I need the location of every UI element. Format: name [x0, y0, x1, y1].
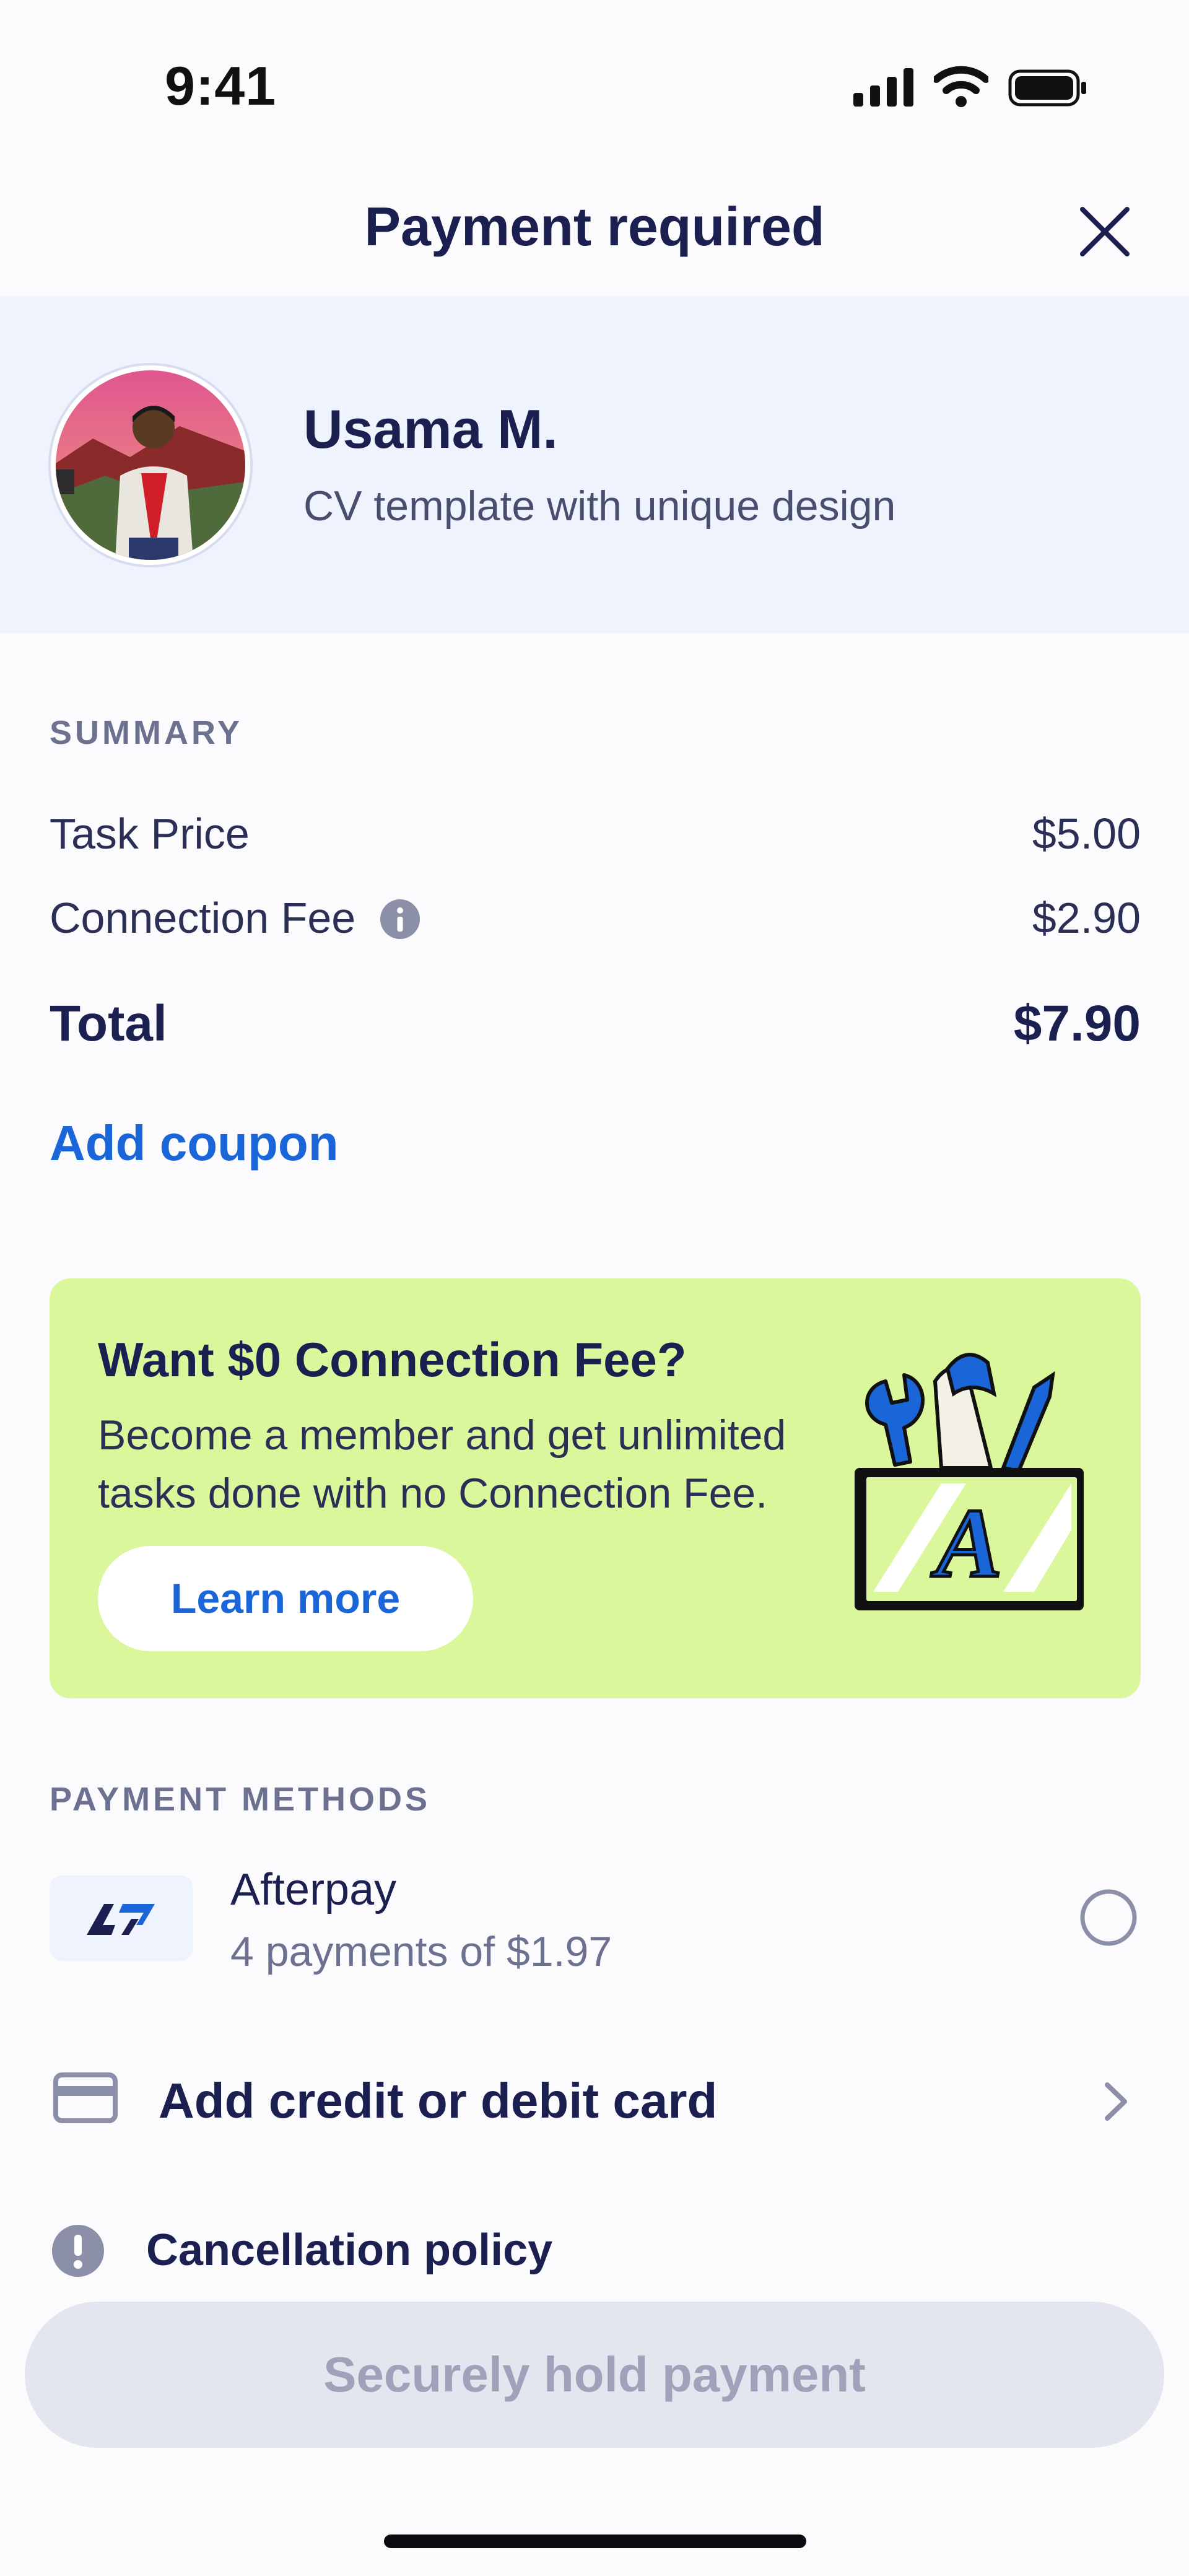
- afterpay-logo: [50, 1875, 193, 1961]
- chevron-right-icon[interactable]: [1099, 2080, 1133, 2123]
- task-title: CV template with unique design: [303, 482, 896, 530]
- page-title: Payment required: [364, 196, 825, 257]
- learn-more-button[interactable]: Learn more: [98, 1546, 473, 1651]
- wifi-icon: [934, 66, 988, 107]
- afterpay-radio[interactable]: [1080, 1889, 1137, 1946]
- toolbox-illustration-icon: A: [855, 1353, 1084, 1610]
- afterpay-icon: [87, 1904, 155, 1935]
- promo-title: Want $0 Connection Fee?: [98, 1332, 687, 1387]
- provider-name: Usama M.: [303, 398, 558, 460]
- battery-icon: [1008, 69, 1086, 107]
- cellular-signal-icon: [853, 68, 913, 107]
- info-icon[interactable]: [379, 898, 421, 940]
- secure-hold-payment-button[interactable]: Securely hold payment: [25, 2302, 1164, 2448]
- status-time: 9:41: [165, 55, 277, 116]
- payment-methods-heading: PAYMENT METHODS: [50, 1781, 431, 1818]
- task-price-value: $5.00: [1032, 810, 1141, 858]
- task-price-label: Task Price: [50, 810, 250, 858]
- avatar: [51, 365, 250, 565]
- svg-text:A: A: [931, 1488, 1003, 1598]
- summary-heading: SUMMARY: [50, 714, 243, 751]
- total-value: $7.90: [1013, 995, 1141, 1052]
- connection-fee-value: $2.90: [1032, 894, 1141, 942]
- add-coupon-link[interactable]: Add coupon: [50, 1115, 339, 1172]
- alert-icon: [52, 2225, 104, 2277]
- add-card-button[interactable]: Add credit or debit card: [159, 2072, 717, 2129]
- total-label: Total: [50, 995, 167, 1052]
- credit-card-icon: [53, 2072, 118, 2123]
- connection-fee-label: Connection Fee: [50, 894, 356, 942]
- cancellation-policy-link[interactable]: Cancellation policy: [146, 2225, 552, 2276]
- close-icon[interactable]: [1075, 202, 1135, 261]
- afterpay-detail: 4 payments of $1.97: [230, 1928, 612, 1975]
- afterpay-name: Afterpay: [230, 1865, 397, 1915]
- promo-body: Become a member and get unlimited tasks …: [98, 1412, 786, 1517]
- home-indicator: [384, 2535, 806, 2548]
